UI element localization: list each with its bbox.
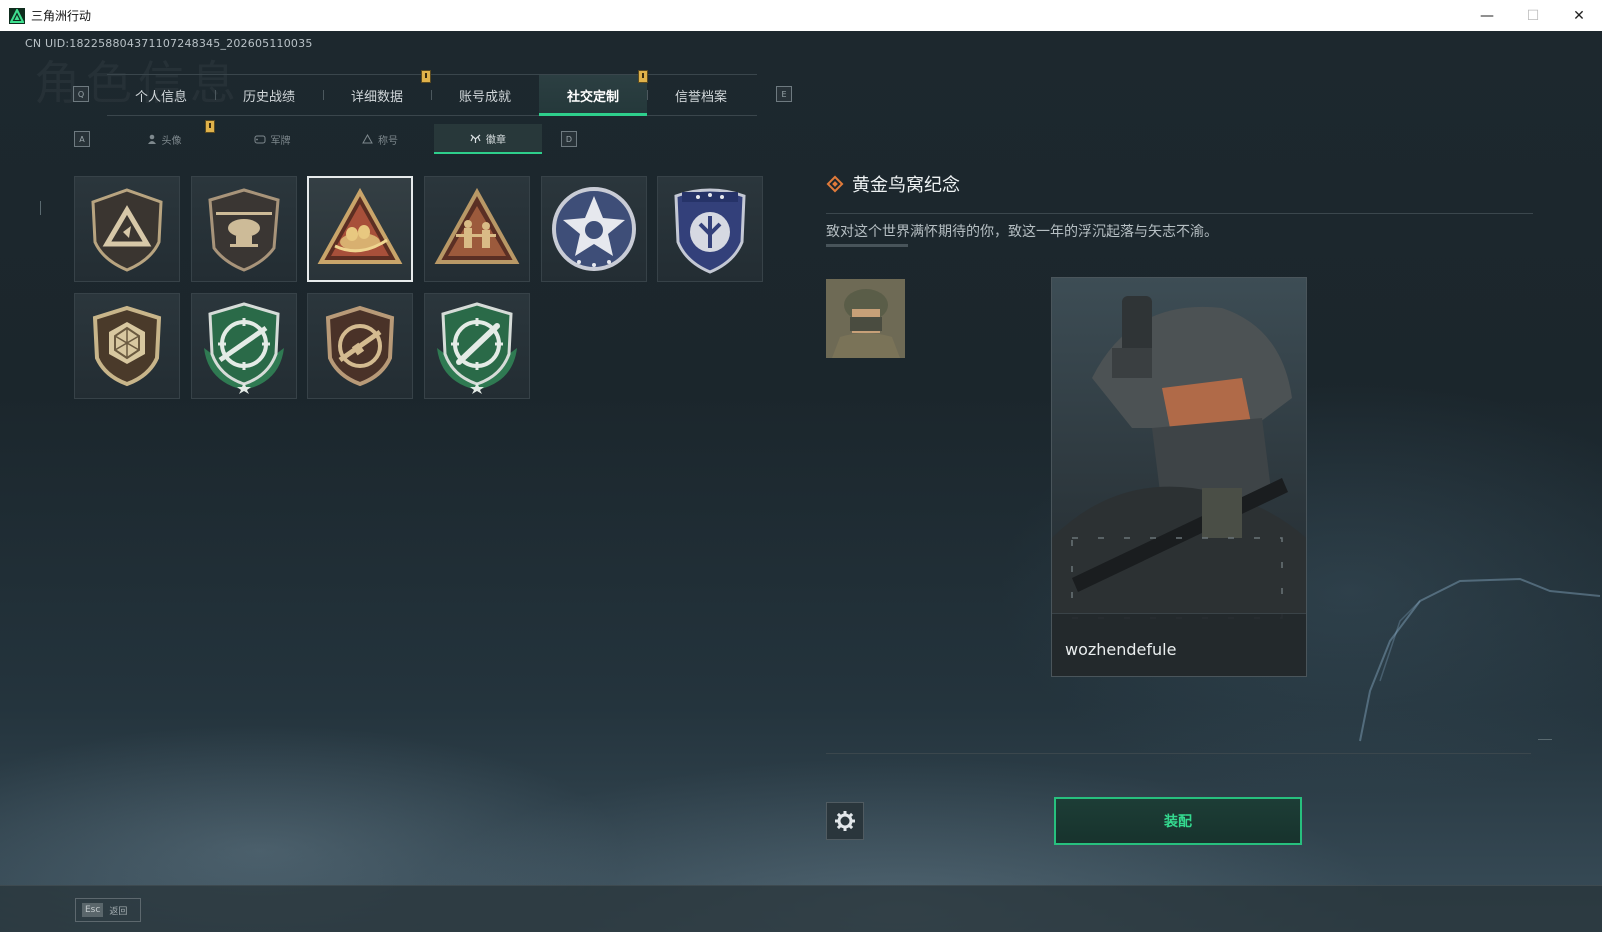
badge-item[interactable]: [191, 176, 297, 282]
sub-tab-bar: 头像 军牌 称号 徽章: [110, 124, 542, 154]
triangle-shield-badge: [91, 188, 163, 272]
tab-account-achievements[interactable]: 账号成就: [431, 75, 539, 115]
green-knife-badge: [437, 302, 517, 394]
subtab-dogtag-label: 军牌: [270, 135, 291, 147]
divider: [826, 753, 1531, 754]
game-viewport: 角色信息 CN UID:18225880437110724834­5_20260…: [0, 31, 1602, 932]
badge-item[interactable]: [74, 293, 180, 399]
uid-label: CN UID:18225880437110724834­5_2026051100…: [25, 37, 313, 50]
badge-detail-header: 黄金鸟窝纪念: [826, 171, 960, 197]
soldiers-triangle-badge: [434, 188, 520, 264]
equip-button[interactable]: 装配: [1054, 797, 1302, 845]
notification-badge-icon: [638, 70, 648, 83]
subtab-avatar[interactable]: 头像: [110, 124, 218, 154]
tab-detailed-data[interactable]: 详细数据: [323, 75, 431, 115]
badge-detail-description: 致对这个世界满怀期待的你，致这一年的浮沉起落与矢志不渝。: [826, 224, 1218, 240]
decorative-mark: [40, 201, 47, 215]
avatar: [826, 279, 905, 358]
badge-detail-title: 黄金鸟窝纪念: [852, 175, 960, 196]
main-tab-bar: 个人信息 历史战绩 详细数据 账号成就 社交定制 信誉档案: [107, 74, 757, 116]
star-medal-badge: [552, 187, 636, 271]
subtab-badge-label: 徽章: [486, 134, 506, 146]
decorative-mark: [1538, 739, 1552, 746]
helicopter-badge: [208, 188, 280, 272]
close-icon[interactable]: ✕: [1556, 0, 1602, 31]
subtab-avatar-label: 头像: [161, 135, 182, 147]
badge-item[interactable]: [424, 293, 530, 399]
bronze-rifle-badge: [325, 305, 395, 387]
esc-key: Esc: [82, 903, 104, 917]
tab-personal-info[interactable]: 个人信息: [107, 75, 215, 115]
gear-icon: [835, 811, 855, 831]
divider: [826, 244, 908, 247]
badge-item[interactable]: [307, 293, 413, 399]
next-tab-key[interactable]: E: [776, 86, 792, 102]
diamond-icon: [826, 175, 844, 193]
person-icon: [147, 134, 156, 144]
maximize-icon[interactable]: ☐: [1510, 0, 1556, 31]
subtab-badge[interactable]: 徽章: [434, 124, 542, 154]
tab-social-customization[interactable]: 社交定制: [539, 75, 647, 116]
notification-badge-icon: [421, 70, 431, 83]
dogtag-icon: [254, 135, 265, 144]
next-subtab-key[interactable]: D: [561, 131, 577, 147]
back-button[interactable]: Esc 返回: [75, 898, 141, 922]
badge-icon: [470, 134, 481, 143]
tab-history-record[interactable]: 历史战绩: [215, 75, 323, 115]
settings-button[interactable]: [826, 802, 864, 840]
bottom-bar: Esc 返回: [0, 885, 1602, 932]
prev-subtab-key[interactable]: A: [74, 131, 90, 147]
prev-tab-key[interactable]: Q: [73, 86, 89, 102]
back-label: 返回: [109, 906, 128, 917]
badge-item[interactable]: [424, 176, 530, 282]
player-name-bar: wozhendefule: [1052, 613, 1306, 676]
lightning-decoration: [1359, 577, 1601, 742]
badge-item[interactable]: [541, 176, 647, 282]
subtab-dogtag[interactable]: 军牌: [218, 124, 326, 154]
window-title: 三角洲行动: [31, 9, 92, 23]
blue-shield-badge: [674, 188, 746, 274]
badge-item[interactable]: [657, 176, 763, 282]
divider: [826, 213, 1533, 214]
tab-credit-file[interactable]: 信誉档案: [647, 75, 755, 115]
subtab-title[interactable]: 称号: [326, 124, 434, 154]
player-card-preview: wozhendefule: [1051, 277, 1307, 677]
badge-item[interactable]: [74, 176, 180, 282]
subtab-title-label: 称号: [378, 135, 398, 147]
minimize-icon[interactable]: —: [1464, 0, 1510, 31]
notification-badge-icon: [205, 120, 215, 133]
hexagon-gem-badge: [92, 305, 162, 387]
badge-item-selected[interactable]: [307, 176, 413, 282]
badge-item[interactable]: [191, 293, 297, 399]
title-icon: [362, 134, 373, 144]
player-name: wozhendefule: [1065, 640, 1177, 659]
window-title-bar: 三角洲行动 — ☐ ✕: [0, 0, 1602, 32]
app-logo-icon: [9, 7, 25, 24]
golden-bird-nest-badge: [317, 188, 403, 264]
green-sniper-badge: [204, 302, 284, 394]
